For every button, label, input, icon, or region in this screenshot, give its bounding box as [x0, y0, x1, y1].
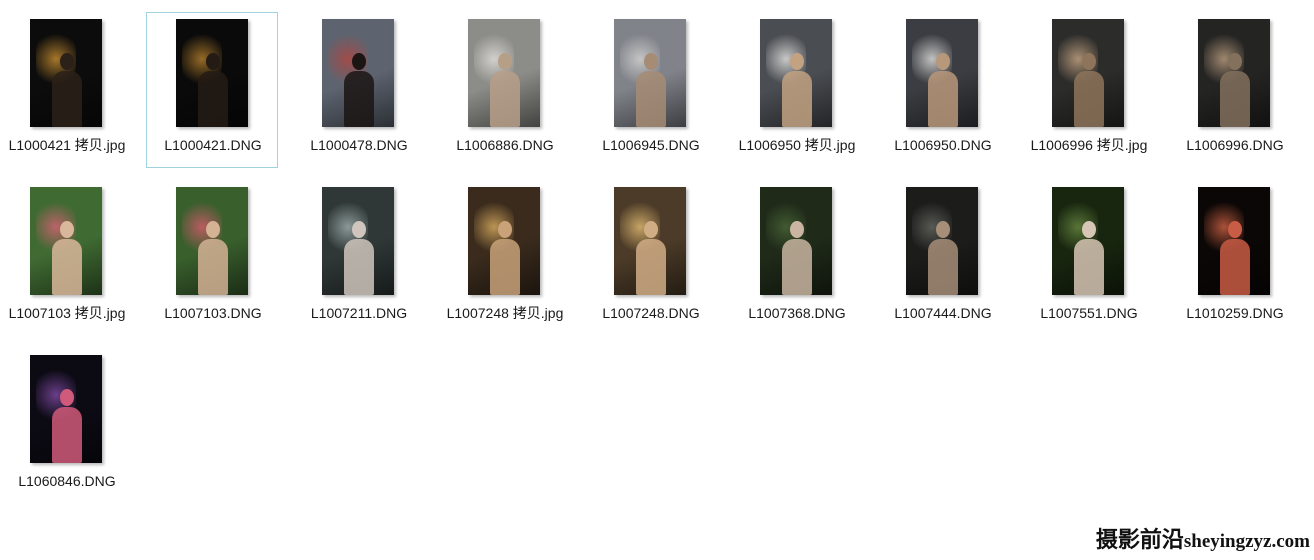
- thumbnail-figure-head: [936, 53, 950, 70]
- thumbnail-figure-head: [644, 53, 658, 70]
- file-thumbnail: [176, 187, 248, 295]
- file-name: L1007248.DNG: [602, 305, 700, 321]
- thumbnail-figure-head: [1228, 53, 1242, 70]
- thumbnail-figure-body: [1220, 71, 1250, 127]
- thumbnail-figure-head: [1228, 221, 1242, 238]
- thumbnail-figure-head: [60, 221, 74, 238]
- thumbnail-figure-head: [60, 53, 74, 70]
- file-thumbnail: [30, 187, 102, 295]
- file-thumbnail: [30, 19, 102, 127]
- file-name: L1000421.DNG: [164, 137, 262, 153]
- file-name: L1006950.DNG: [894, 137, 992, 153]
- thumbnail-figure-body: [928, 71, 958, 127]
- thumbnail-figure-head: [498, 53, 512, 70]
- file-name: L1060846.DNG: [18, 473, 116, 489]
- file-name: L1007103 拷贝.jpg: [8, 305, 126, 321]
- file-item[interactable]: L1006945.DNG: [584, 12, 716, 168]
- thumbnail-figure-body: [1074, 71, 1104, 127]
- watermark-domain: sheyingzyz.com: [1183, 531, 1310, 552]
- file-name: L1000421 拷贝.jpg: [8, 137, 126, 153]
- thumbnail-figure-body: [344, 71, 374, 127]
- file-item[interactable]: L1007444.DNG: [876, 180, 1008, 336]
- thumbnail-figure-head: [936, 221, 950, 238]
- file-item[interactable]: L1006950 拷贝.jpg: [730, 12, 862, 168]
- file-name: L1007368.DNG: [748, 305, 846, 321]
- file-item[interactable]: L1006886.DNG: [438, 12, 570, 168]
- file-thumbnail: [1052, 187, 1124, 295]
- file-thumbnail: [906, 187, 978, 295]
- file-thumbnail: [30, 355, 102, 463]
- watermark: 摄影前沿sheyingzyz.com: [1096, 522, 1310, 554]
- file-name: L1006996.DNG: [1186, 137, 1284, 153]
- file-thumbnail: [614, 19, 686, 127]
- thumbnail-figure-body: [1074, 239, 1104, 295]
- file-item[interactable]: L1006950.DNG: [876, 12, 1008, 168]
- file-thumbnail: [468, 187, 540, 295]
- thumbnail-figure-head: [790, 221, 804, 238]
- file-name: L1007211.DNG: [310, 305, 408, 321]
- thumbnail-figure-head: [352, 53, 366, 70]
- file-thumbnail: [760, 187, 832, 295]
- file-item[interactable]: L1007103 拷贝.jpg: [0, 180, 132, 336]
- file-thumbnail: [322, 187, 394, 295]
- file-thumbnail: [176, 19, 248, 127]
- file-item[interactable]: L1007248 拷贝.jpg: [438, 180, 570, 336]
- thumbnail-figure-body: [636, 71, 666, 127]
- file-name: L1006996 拷贝.jpg: [1030, 137, 1148, 153]
- thumbnail-figure-body: [198, 239, 228, 295]
- file-name: L1007551.DNG: [1040, 305, 1138, 321]
- file-thumbnail: [906, 19, 978, 127]
- thumbnail-figure-head: [1082, 53, 1096, 70]
- file-name: L1010259.DNG: [1186, 305, 1284, 321]
- file-name: L1007248 拷贝.jpg: [446, 305, 564, 321]
- thumbnail-figure-body: [344, 239, 374, 295]
- file-item[interactable]: L1000421.DNG: [146, 12, 278, 168]
- thumbnail-figure-body: [782, 239, 812, 295]
- thumbnail-figure-body: [782, 71, 812, 127]
- file-thumbnail: [614, 187, 686, 295]
- file-item[interactable]: L1007551.DNG: [1022, 180, 1154, 336]
- file-name: L1000478.DNG: [310, 137, 408, 153]
- file-thumbnail: [322, 19, 394, 127]
- thumbnail-figure-body: [928, 239, 958, 295]
- thumbnail-figure-body: [636, 239, 666, 295]
- file-thumbnail: [1198, 187, 1270, 295]
- file-item[interactable]: L1007368.DNG: [730, 180, 862, 336]
- thumbnail-figure-body: [198, 71, 228, 127]
- file-item[interactable]: L1007103.DNG: [146, 180, 278, 336]
- file-name: L1007444.DNG: [894, 305, 992, 321]
- thumbnail-figure-head: [206, 221, 220, 238]
- watermark-cn: 摄影前沿: [1095, 527, 1184, 552]
- file-name: L1006950 拷贝.jpg: [738, 137, 856, 153]
- thumbnail-figure-head: [644, 221, 658, 238]
- file-name: L1006945.DNG: [602, 137, 700, 153]
- file-name: L1007103.DNG: [164, 305, 262, 321]
- file-item[interactable]: L1060846.DNG: [0, 348, 132, 504]
- thumbnail-figure-body: [490, 71, 520, 127]
- thumbnail-figure-head: [60, 389, 74, 406]
- thumbnail-figure-body: [1220, 239, 1250, 295]
- thumbnail-figure-body: [52, 71, 82, 127]
- file-grid: L1000421 拷贝.jpg L1000421.DNG L1000478.DNG L…: [0, 0, 1314, 560]
- thumbnail-figure-head: [206, 53, 220, 70]
- thumbnail-figure-head: [352, 221, 366, 238]
- file-thumbnail: [1198, 19, 1270, 127]
- file-item[interactable]: L1006996 拷贝.jpg: [1022, 12, 1154, 168]
- thumbnail-figure-body: [52, 239, 82, 295]
- file-item[interactable]: L1007211.DNG: [292, 180, 424, 336]
- file-item[interactable]: L1006996.DNG: [1168, 12, 1300, 168]
- file-name: L1006886.DNG: [456, 137, 554, 153]
- thumbnail-figure-head: [498, 221, 512, 238]
- file-item[interactable]: L1010259.DNG: [1168, 180, 1300, 336]
- thumbnail-figure-head: [1082, 221, 1096, 238]
- file-item[interactable]: L1000478.DNG: [292, 12, 424, 168]
- file-thumbnail: [760, 19, 832, 127]
- file-item[interactable]: L1007248.DNG: [584, 180, 716, 336]
- file-item[interactable]: L1000421 拷贝.jpg: [0, 12, 132, 168]
- thumbnail-figure-body: [490, 239, 520, 295]
- thumbnail-figure-head: [790, 53, 804, 70]
- file-thumbnail: [468, 19, 540, 127]
- thumbnail-figure-body: [52, 407, 82, 463]
- file-thumbnail: [1052, 19, 1124, 127]
